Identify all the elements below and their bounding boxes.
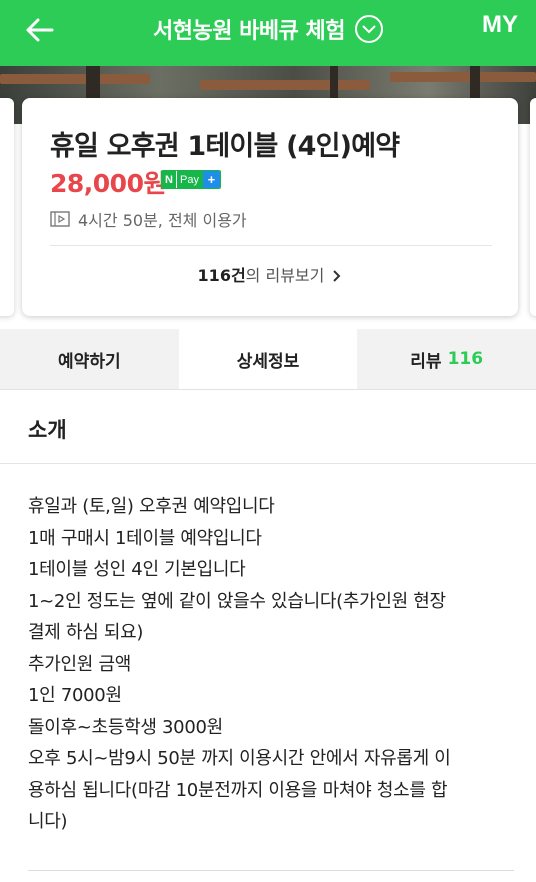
npay-badge: N Pay + xyxy=(161,170,221,189)
tab-label: 상세정보 xyxy=(236,351,300,372)
description-text: 휴일과 (토,일) 오후권 예약입니다 1매 구매시 1테이블 예약입니다 1테… xyxy=(28,491,514,838)
description-line: 결제 하심 되요) xyxy=(28,622,144,643)
tab-details[interactable]: 상세정보 xyxy=(178,329,358,389)
product-title: 휴일 오후권 1테이블 (4인)예약 xyxy=(50,131,400,162)
bottom-divider xyxy=(28,870,514,871)
description-line: 1테이블 성인 4인 기본입니다 xyxy=(28,559,246,580)
chevron-down-circle-icon[interactable] xyxy=(354,15,383,43)
header-title-group[interactable]: 서현농원 바베큐 체험 xyxy=(0,0,536,58)
tab-label: 예약하기 xyxy=(58,351,121,372)
product-card: 휴일 오후권 1테이블 (4인)예약 28,000원 N Pay + 4시간 5… xyxy=(22,98,518,316)
my-page-button[interactable]: MY xyxy=(482,11,518,39)
npay-plus-icon: + xyxy=(202,171,220,188)
description-line: 1매 구매시 1테이블 예약입니다 xyxy=(28,527,262,549)
review-link-label: 의 리뷰보기 xyxy=(245,266,325,285)
description-line: 1~2인 정도는 옆에 같이 앉을수 있습니다(추가인원 현장 xyxy=(28,590,446,612)
description-line: 휴일과 (토,일) 오후권 예약입니다 xyxy=(28,496,275,517)
tab-review-count: 116 xyxy=(447,349,484,369)
card-divider xyxy=(50,245,492,246)
description-line: 추가인원 금액 xyxy=(28,653,131,675)
description-line: 니다) xyxy=(28,811,68,832)
review-count: 116건 xyxy=(197,266,246,285)
page-title: 서현농원 바베큐 체험 xyxy=(153,19,345,44)
description-line: 용하심 됩니다(마감 10분전까지 이용을 마쳐야 청소를 합 xyxy=(28,779,448,801)
duration-text: 4시간 50분, 전체 이용가 xyxy=(78,211,247,230)
product-price: 28,000원 xyxy=(50,169,166,198)
app-header: 서현농원 바베큐 체험 MY xyxy=(0,0,536,66)
description-line: 1인 7000원 xyxy=(28,685,122,706)
description-line: 오후 5시~밤9시 50분 까지 이용시간 안에서 자유롭게 이 xyxy=(28,748,451,769)
prev-product-card[interactable] xyxy=(0,98,14,316)
description-line: 돌이후~초등학생 3000원 xyxy=(28,716,223,738)
tab-reservation[interactable]: 예약하기 xyxy=(0,329,179,389)
chevron-right-icon xyxy=(333,270,341,282)
section-title: 소개 xyxy=(28,418,67,442)
review-link[interactable]: 116건의 리뷰보기 xyxy=(22,262,518,286)
tab-bar: 예약하기 상세정보 리뷰 116 xyxy=(0,329,536,390)
npay-pay-label: Pay xyxy=(176,171,203,188)
npay-n-logo: N xyxy=(162,171,176,188)
next-product-card[interactable] xyxy=(530,98,536,316)
tab-label: 리뷰 xyxy=(410,351,442,372)
play-square-icon xyxy=(50,211,70,227)
tab-reviews[interactable]: 리뷰 116 xyxy=(357,329,536,389)
section-divider xyxy=(0,463,536,464)
duration-info: 4시간 50분, 전체 이용가 xyxy=(50,207,247,231)
